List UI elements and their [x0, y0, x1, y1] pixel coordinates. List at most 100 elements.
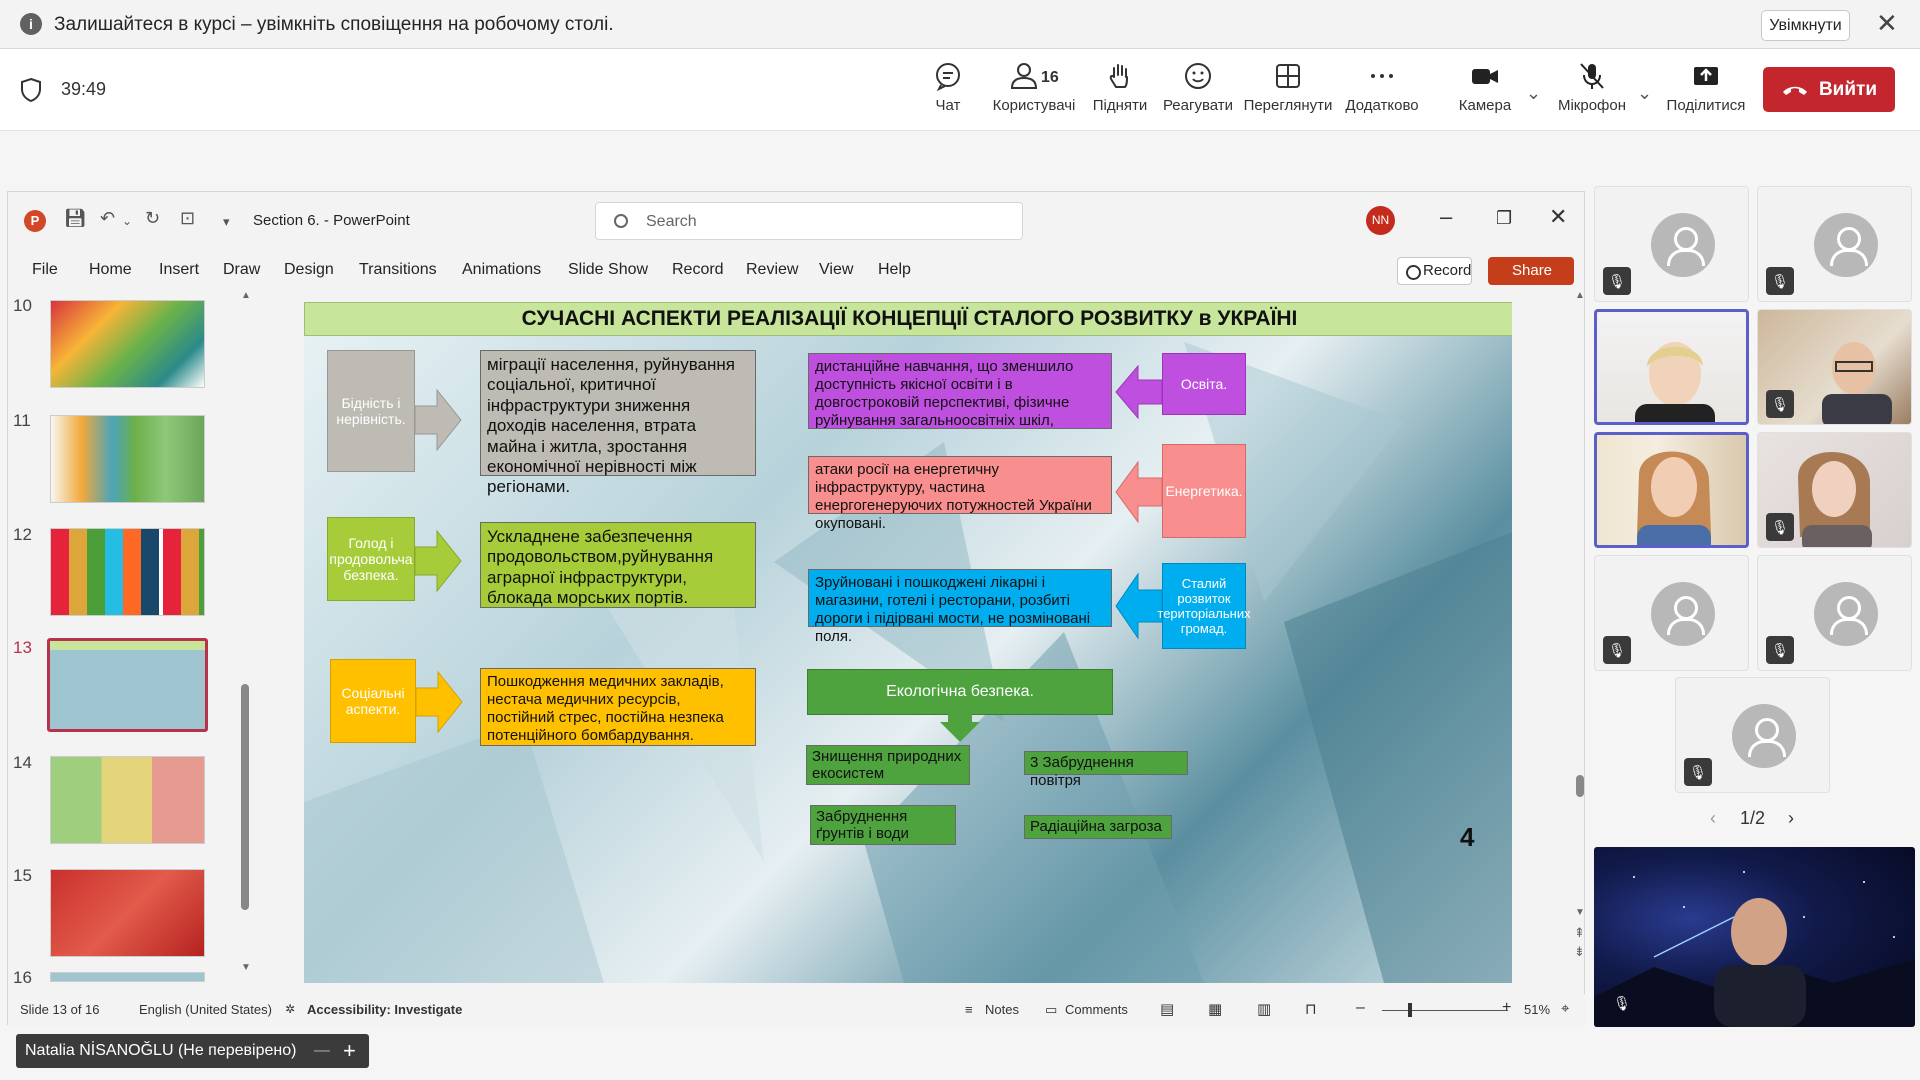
restore-icon[interactable]: ❐ [1496, 208, 1512, 229]
language-status[interactable]: English (United States) [139, 1002, 272, 1017]
close-icon[interactable]: ✕ [1876, 10, 1898, 36]
raise-hand-icon [1109, 64, 1128, 88]
menu-transitions[interactable]: Transitions [359, 261, 437, 279]
menu-help[interactable]: Help [878, 261, 911, 279]
zoom-level[interactable]: 51% [1524, 1002, 1550, 1017]
slide-thumbnail[interactable] [50, 756, 205, 844]
menu-insert[interactable]: Insert [159, 261, 199, 279]
menu-draw[interactable]: Draw [223, 261, 260, 279]
slide-thumbnail[interactable] [50, 300, 205, 388]
view-grid-icon [1276, 64, 1300, 88]
menu-design[interactable]: Design [284, 261, 334, 279]
next-page-chevron-right-icon[interactable]: › [1788, 808, 1794, 829]
more-button[interactable]: Додатково [1340, 61, 1424, 114]
comments-icon: ▭ [1045, 1002, 1058, 1017]
participant-video [1635, 342, 1715, 422]
redo-icon[interactable]: ↻ [145, 208, 160, 229]
slide-scroll-up-icon[interactable]: ▲ [1575, 290, 1585, 301]
self-video-tile[interactable]: 🎙︎ [1594, 847, 1915, 1027]
expand-icon[interactable]: + [343, 1034, 356, 1068]
zoom-out-icon[interactable]: – [1356, 999, 1365, 1017]
chat-icon [936, 63, 960, 91]
save-icon[interactable]: 💾︎ [64, 208, 87, 229]
thumb-number: 15 [13, 866, 32, 885]
participant-video-tile[interactable] [1594, 309, 1749, 425]
slide-scroll-down-icon[interactable]: ▼ [1575, 907, 1585, 918]
close-window-icon[interactable]: ✕ [1549, 204, 1567, 230]
thumb-number: 11 [13, 411, 31, 430]
menu-animations[interactable]: Animations [462, 261, 541, 279]
app-name: PowerPoint [333, 212, 410, 229]
scroll-down-arrow-icon[interactable]: ▼ [241, 962, 251, 973]
leave-button[interactable]: Вийти [1763, 67, 1895, 112]
accessibility-status[interactable]: Accessibility: Investigate [307, 1002, 462, 1017]
search-input[interactable]: Search [595, 202, 1023, 240]
zoom-slider[interactable] [1382, 1010, 1508, 1011]
chat-button[interactable]: Чат [920, 61, 976, 114]
share-button[interactable]: Share [1488, 257, 1574, 285]
normal-view-icon[interactable]: ▤ [1160, 1000, 1174, 1018]
menu-view[interactable]: View [819, 261, 853, 279]
react-button[interactable]: Реагувати [1160, 61, 1236, 114]
camera-options-chevron-down-icon[interactable]: ⌄ [1526, 83, 1541, 104]
slide-canvas[interactable]: СУЧАСНІ АСПЕКТИ РЕАЛІЗАЦІЇ КОНЦЕПЦІЇ СТА… [304, 302, 1512, 983]
participant-tile[interactable]: 🎙︎ [1757, 555, 1912, 671]
camera-button[interactable]: Камера [1450, 61, 1520, 114]
share-screen-button[interactable]: Поділитися [1664, 61, 1748, 114]
minimize-icon[interactable]: – [1440, 204, 1452, 230]
menu-slide-show[interactable]: Slide Show [568, 261, 648, 279]
slide-scrollbar[interactable] [1576, 775, 1584, 797]
microphone-options-chevron-down-icon[interactable]: ⌄ [1637, 83, 1652, 104]
menu-home[interactable]: Home [89, 261, 132, 279]
participant-tile[interactable]: 🎙︎ [1594, 555, 1749, 671]
mic-off-icon: 🎙︎ [1613, 995, 1631, 1011]
zoom-in-icon[interactable]: + [1502, 999, 1511, 1017]
comments-button[interactable]: Comments [1065, 1002, 1128, 1017]
people-button[interactable]: 16 Користувачі [986, 61, 1082, 114]
social-label: Соціальні аспекти. [330, 659, 416, 743]
participant-tile[interactable]: 🎙︎ [1594, 186, 1749, 302]
record-button[interactable]: Record [1397, 257, 1472, 285]
avatar [1651, 582, 1715, 646]
share-label: Поділитися [1666, 97, 1746, 114]
slide-sorter-icon[interactable]: ▦ [1208, 1000, 1222, 1018]
participant-video-tile[interactable]: 🎙︎ [1757, 309, 1912, 425]
menu-review[interactable]: Review [746, 261, 798, 279]
view-button[interactable]: Переглянути [1242, 61, 1334, 114]
zoom-slider-handle[interactable] [1408, 1003, 1412, 1017]
fit-to-window-icon[interactable]: ⌖ [1561, 1000, 1569, 1017]
next-slide-icon[interactable]: ⇟ [1574, 944, 1585, 960]
energy-text: атаки росії на енергетичну інфраструктур… [808, 456, 1112, 532]
scroll-up-arrow-icon[interactable]: ▲ [241, 290, 251, 301]
previous-page-chevron-left-icon[interactable]: ‹ [1710, 808, 1716, 829]
avatar[interactable]: NN [1366, 206, 1395, 235]
participant-video-tile[interactable] [1594, 432, 1749, 548]
slide-thumbnail[interactable] [50, 972, 205, 982]
undo-chevron-down-icon[interactable]: ⌄ [122, 214, 132, 228]
slide-thumbnail[interactable] [50, 528, 205, 616]
emoji-icon [1185, 63, 1211, 89]
menu-file[interactable]: File [32, 261, 58, 279]
thumbnail-scrollbar[interactable] [241, 684, 249, 910]
notification-bar: i Залишайтеся в курсі – увімкніть сповіщ… [0, 0, 1920, 49]
slide-thumbnail-selected[interactable] [47, 638, 208, 732]
present-icon[interactable]: ⊡ [180, 208, 195, 229]
slide-show-icon[interactable]: ⊓ [1305, 1000, 1317, 1018]
mic-off-icon: 🎙︎ [1766, 513, 1794, 541]
previous-slide-icon[interactable]: ⇞ [1574, 925, 1585, 941]
participant-video-tile[interactable]: 🎙︎ [1757, 432, 1912, 548]
slide-thumbnail[interactable] [50, 415, 205, 503]
customize-quick-access-chevron-icon[interactable]: ▾ [223, 214, 230, 230]
notes-button[interactable]: Notes [985, 1002, 1019, 1017]
minimize-icon[interactable]: — [314, 1034, 330, 1068]
enable-notifications-button[interactable]: Увімкнути [1761, 10, 1850, 41]
reading-view-icon[interactable]: ▥ [1257, 1000, 1271, 1018]
slide-thumbnail[interactable] [50, 869, 205, 957]
participant-tile[interactable]: 🎙︎ [1675, 677, 1830, 793]
raise-hand-button[interactable]: Підняти [1088, 61, 1152, 114]
participant-tile[interactable]: 🎙︎ [1757, 186, 1912, 302]
menu-record[interactable]: Record [672, 261, 724, 279]
microphone-button[interactable]: Мікрофон [1552, 61, 1632, 114]
avatar [1814, 582, 1878, 646]
undo-icon[interactable]: ↶ [100, 208, 115, 229]
